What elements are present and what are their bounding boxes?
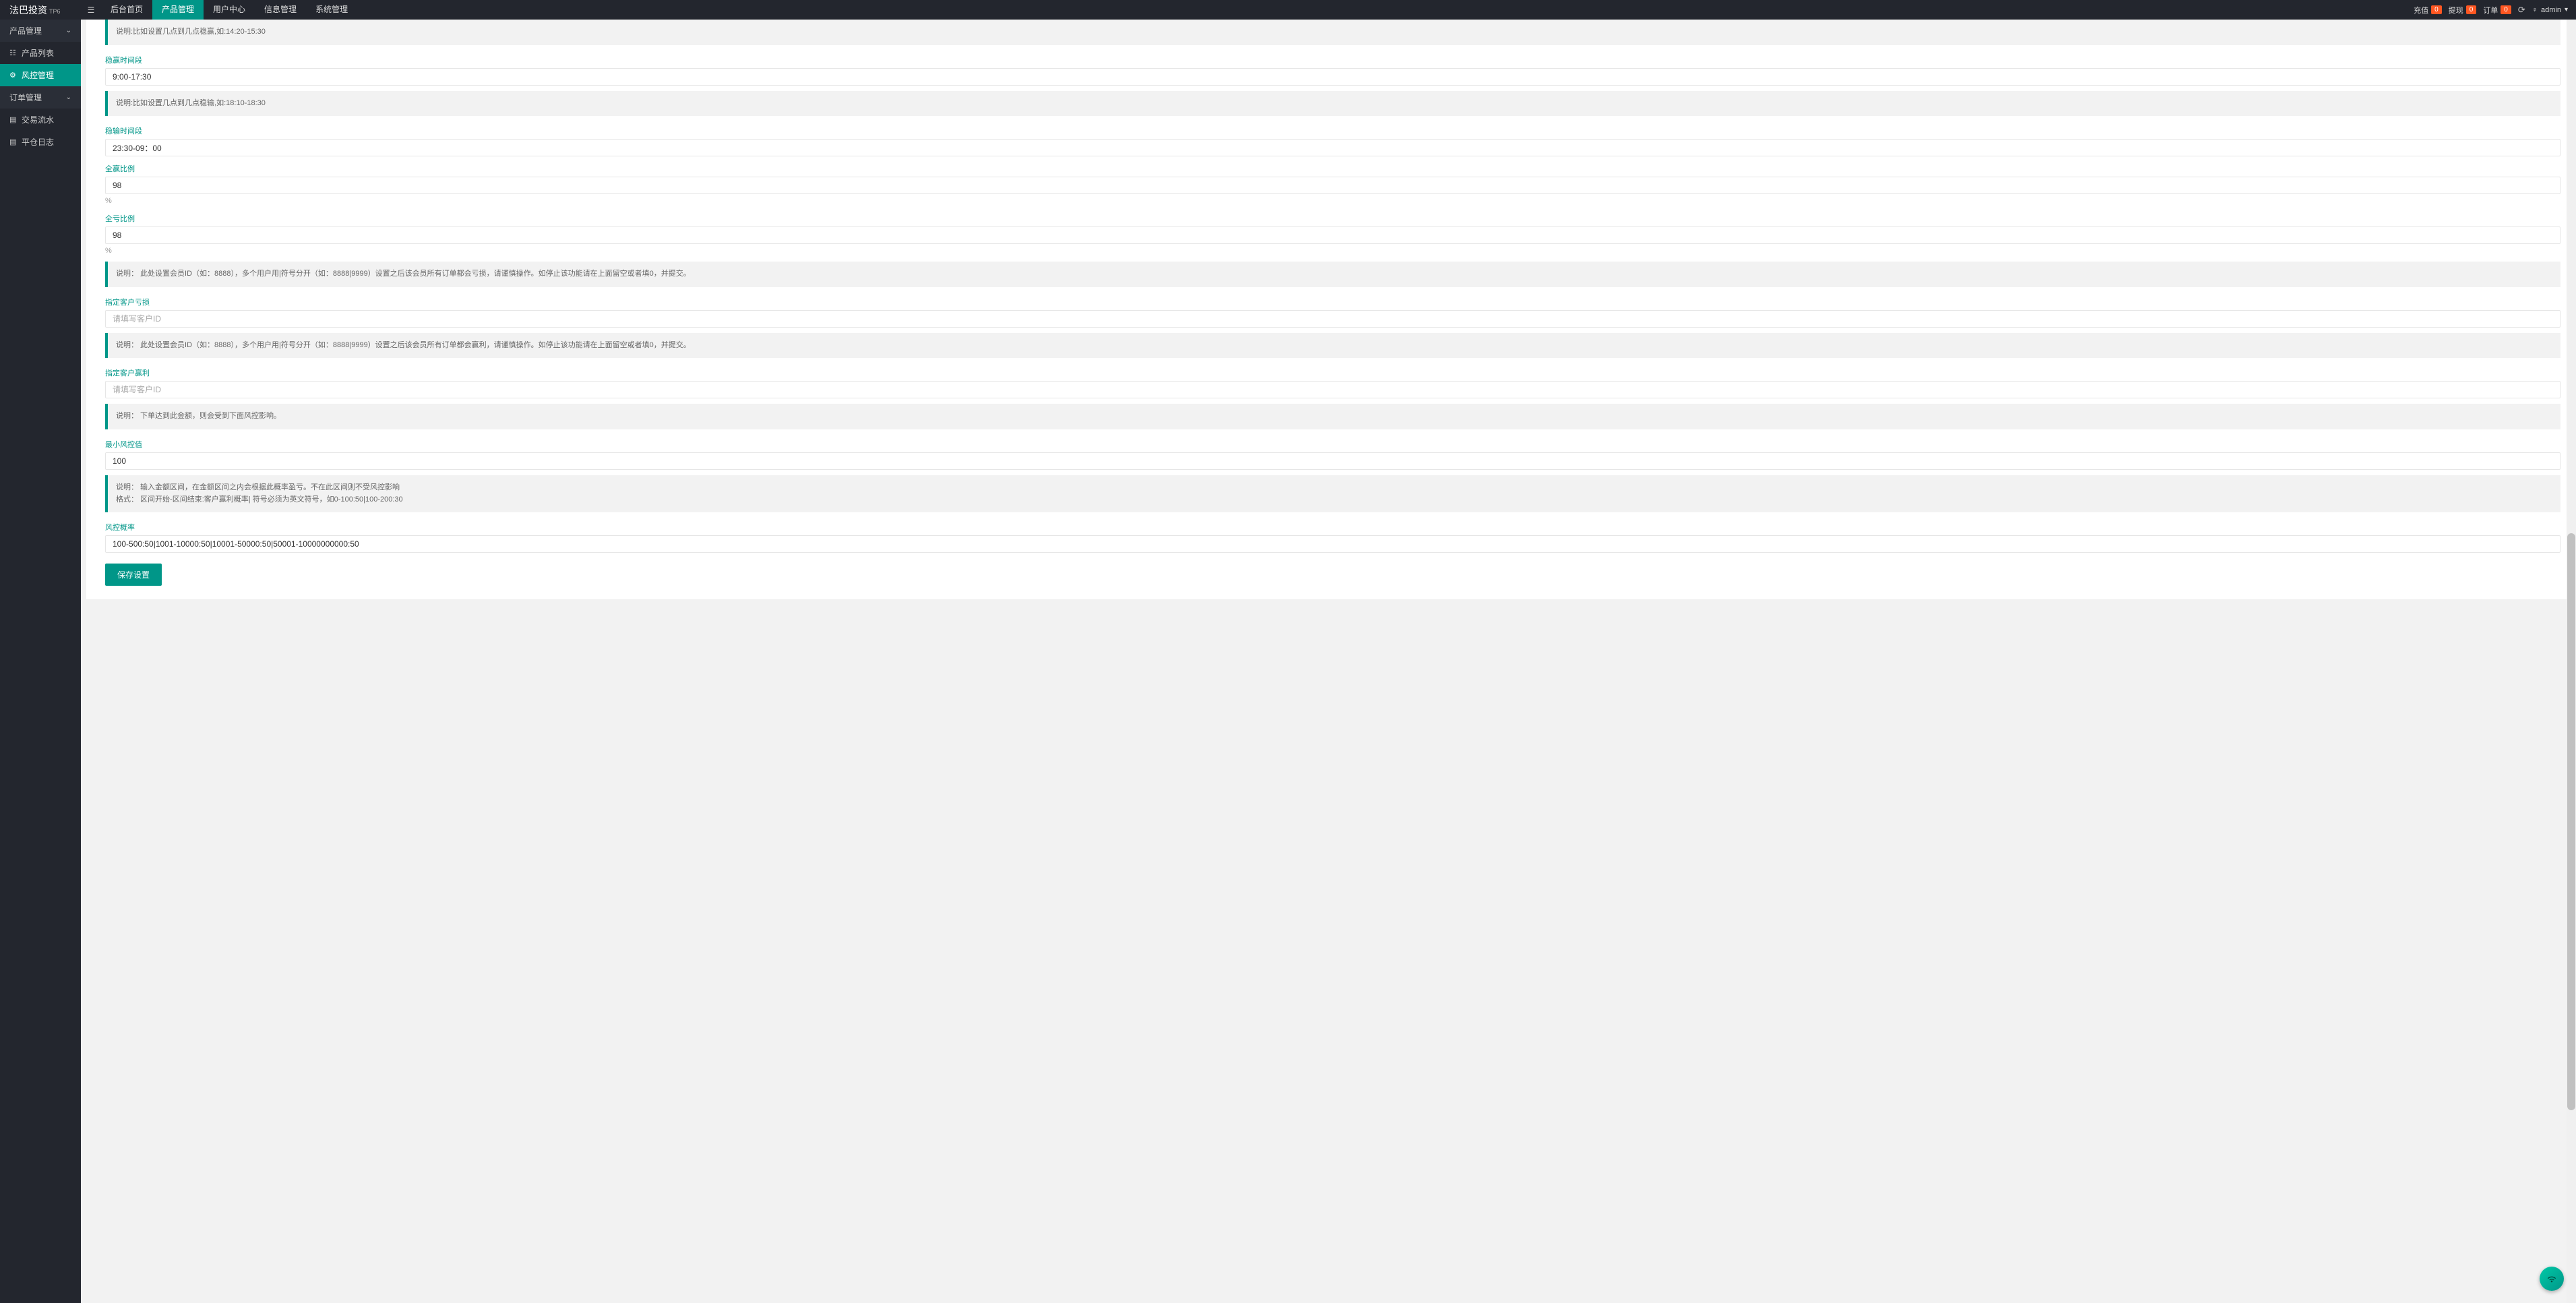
suffix-all-win-ratio: %: [105, 195, 2560, 206]
order-count: 0: [2501, 5, 2511, 14]
sidebar-item-product-list[interactable]: ☷ 产品列表: [0, 42, 81, 64]
app-name: 法巴投资: [9, 3, 47, 17]
label-min-risk-value: 最小风控值: [105, 435, 2560, 452]
label-stable-win-time: 稳赢时间段: [105, 51, 2560, 68]
chevron-down-icon: ⌄: [66, 27, 71, 34]
sidebar-item-trade-flow-label: 交易流水: [22, 114, 54, 125]
nav-info[interactable]: 信息管理: [255, 0, 306, 20]
sidebar-group-order-label: 订单管理: [9, 92, 42, 103]
chevron-down-icon: ⌄: [66, 94, 71, 101]
suffix-all-lose-ratio: %: [105, 245, 2560, 256]
sidebar-group-order[interactable]: 订单管理 ⌄: [0, 86, 81, 109]
refresh-icon[interactable]: ⟳: [2518, 5, 2525, 16]
input-assign-customer-loss[interactable]: [105, 310, 2560, 328]
nav-user-center[interactable]: 用户中心: [204, 0, 255, 20]
layers-icon: ☷: [9, 49, 18, 57]
withdraw-badge-item[interactable]: 提现 0: [2449, 5, 2477, 16]
note-stable-lose-example: 说明:比如设置几点到几点稳输,如:18:10-18:30: [105, 91, 2560, 117]
gear-icon: ⚙: [9, 71, 18, 80]
chevron-down-icon: ▾: [2565, 6, 2568, 13]
form-panel: 说明:比如设置几点到几点稳赢,如:14:20-15:30 稳赢时间段 说明:比如…: [86, 20, 2571, 599]
sidebar-group-product[interactable]: 产品管理 ⌄: [0, 20, 81, 42]
log-icon: ▤: [9, 138, 18, 146]
input-stable-win-time[interactable]: [105, 68, 2560, 86]
note-risk-prob-line1: 说明： 输入金额区间，在金额区间之内会根据此概率盈亏。不在此区间则不受风控影响: [116, 482, 2552, 494]
group-assign-customer-loss: 指定客户亏损: [105, 293, 2560, 328]
app-superscript: TP6: [49, 8, 61, 15]
label-stable-lose-time: 稳输时间段: [105, 121, 2560, 139]
user-icon: ♀: [2532, 6, 2538, 14]
sidebar-item-close-log[interactable]: ▤ 平仓日志: [0, 131, 81, 153]
recharge-count: 0: [2431, 5, 2442, 14]
app-logo: 法巴投资 TP6: [0, 3, 81, 17]
input-all-win-ratio[interactable]: [105, 177, 2560, 194]
sidebar-item-close-log-label: 平仓日志: [22, 136, 54, 148]
label-risk-prob: 风控概率: [105, 518, 2560, 535]
group-assign-customer-profit: 指定客户赢利: [105, 363, 2560, 398]
group-risk-prob: 风控概率: [105, 518, 2560, 553]
list-icon: ▤: [9, 115, 18, 124]
menu-toggle-icon[interactable]: ☰: [81, 5, 101, 15]
sidebar-item-product-list-label: 产品列表: [22, 47, 54, 59]
label-all-win-ratio: 全赢比例: [105, 159, 2560, 177]
fab-button[interactable]: [2540, 1267, 2564, 1291]
top-header: 法巴投资 TP6 ☰ 后台首页 产品管理 用户中心 信息管理 系统管理 充值 0…: [0, 0, 2576, 20]
recharge-badge-item[interactable]: 充值 0: [2414, 5, 2442, 16]
input-stable-lose-time[interactable]: [105, 139, 2560, 156]
group-min-risk-value: 最小风控值: [105, 435, 2560, 470]
label-assign-customer-profit: 指定客户赢利: [105, 363, 2560, 381]
note-member-profit: 说明： 此处设置会员ID（如：8888），多个用户用|符号分开（如：8888|9…: [105, 333, 2560, 359]
nav-product[interactable]: 产品管理: [152, 0, 204, 20]
recharge-label: 充值: [2414, 5, 2428, 16]
input-min-risk-value[interactable]: [105, 452, 2560, 470]
group-all-win-ratio: 全赢比例 %: [105, 159, 2560, 206]
wifi-icon: [2546, 1273, 2557, 1284]
group-stable-lose-time: 稳输时间段: [105, 121, 2560, 156]
note-min-risk: 说明： 下单达到此金额，则会受到下面风控影响。: [105, 404, 2560, 429]
main-content: 说明:比如设置几点到几点稳赢,如:14:20-15:30 稳赢时间段 说明:比如…: [81, 20, 2576, 599]
sidebar: 产品管理 ⌄ ☷ 产品列表 ⚙ 风控管理 订单管理 ⌄ ▤ 交易流水 ▤ 平仓日…: [0, 20, 81, 1303]
note-member-lose: 说明： 此处设置会员ID（如：8888），多个用户用|符号分开（如：8888|9…: [105, 262, 2560, 287]
top-nav: 后台首页 产品管理 用户中心 信息管理 系统管理: [101, 0, 357, 20]
input-risk-prob[interactable]: [105, 535, 2560, 553]
scrollbar-track[interactable]: [2567, 20, 2576, 1303]
user-menu[interactable]: ♀ admin ▾: [2532, 6, 2568, 14]
withdraw-count: 0: [2466, 5, 2477, 14]
sidebar-group-product-label: 产品管理: [9, 25, 42, 36]
note-risk-prob-line2: 格式： 区间开始-区间结束:客户赢利概率| 符号必须为英文符号，如0-100:5…: [116, 494, 2552, 506]
label-assign-customer-loss: 指定客户亏损: [105, 293, 2560, 310]
label-all-lose-ratio: 全亏比例: [105, 209, 2560, 226]
sidebar-item-risk-control[interactable]: ⚙ 风控管理: [0, 64, 81, 86]
order-badge-item[interactable]: 订单 0: [2483, 5, 2511, 16]
input-assign-customer-profit[interactable]: [105, 381, 2560, 398]
group-stable-win-time: 稳赢时间段: [105, 51, 2560, 86]
header-right: 充值 0 提现 0 订单 0 ⟳ ♀ admin ▾: [2414, 5, 2576, 16]
note-stable-win-example: 说明:比如设置几点到几点稳赢,如:14:20-15:30: [105, 20, 2560, 45]
note-risk-prob: 说明： 输入金额区间，在金额区间之内会根据此概率盈亏。不在此区间则不受风控影响 …: [105, 475, 2560, 512]
save-button[interactable]: 保存设置: [105, 564, 162, 586]
sidebar-item-risk-control-label: 风控管理: [22, 69, 54, 81]
order-label: 订单: [2483, 5, 2498, 16]
username: admin: [2541, 6, 2561, 14]
input-all-lose-ratio[interactable]: [105, 226, 2560, 244]
withdraw-label: 提现: [2449, 5, 2463, 16]
nav-home[interactable]: 后台首页: [101, 0, 152, 20]
nav-system[interactable]: 系统管理: [306, 0, 357, 20]
scrollbar-thumb[interactable]: [2567, 533, 2575, 1111]
sidebar-item-trade-flow[interactable]: ▤ 交易流水: [0, 109, 81, 131]
group-all-lose-ratio: 全亏比例 %: [105, 209, 2560, 256]
